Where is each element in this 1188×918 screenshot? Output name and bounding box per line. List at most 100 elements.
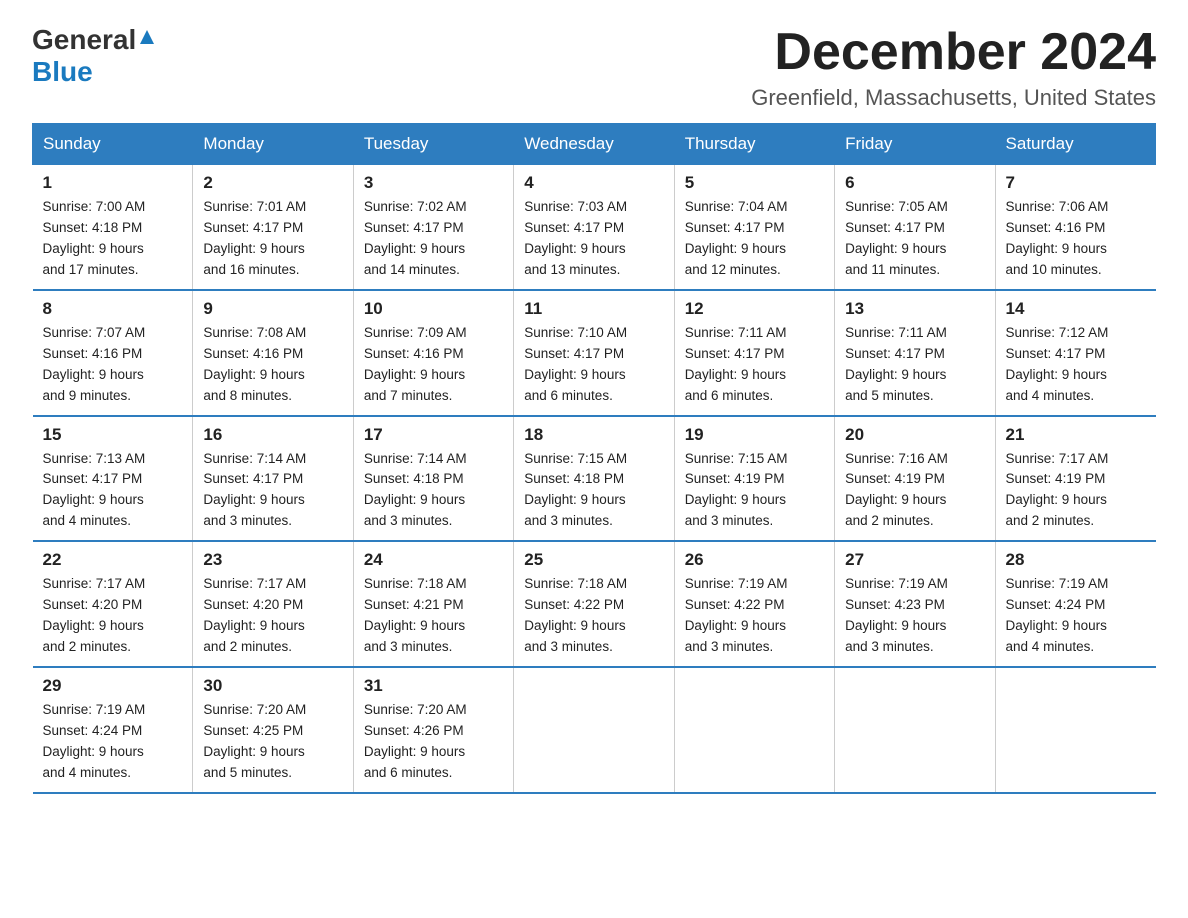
- day-info: Sunrise: 7:12 AM Sunset: 4:17 PM Dayligh…: [1006, 323, 1146, 407]
- day-info: Sunrise: 7:11 AM Sunset: 4:17 PM Dayligh…: [845, 323, 984, 407]
- day-number: 15: [43, 425, 183, 445]
- day-info: Sunrise: 7:18 AM Sunset: 4:22 PM Dayligh…: [524, 574, 663, 658]
- calendar-cell: 6 Sunrise: 7:05 AM Sunset: 4:17 PM Dayli…: [835, 165, 995, 290]
- calendar-day-header-friday: Friday: [835, 124, 995, 165]
- calendar-cell: 30 Sunrise: 7:20 AM Sunset: 4:25 PM Dayl…: [193, 667, 353, 793]
- day-info: Sunrise: 7:02 AM Sunset: 4:17 PM Dayligh…: [364, 197, 503, 281]
- day-info: Sunrise: 7:17 AM Sunset: 4:19 PM Dayligh…: [1006, 449, 1146, 533]
- day-number: 7: [1006, 173, 1146, 193]
- calendar-cell: [995, 667, 1155, 793]
- calendar-cell: 16 Sunrise: 7:14 AM Sunset: 4:17 PM Dayl…: [193, 416, 353, 542]
- day-number: 5: [685, 173, 824, 193]
- day-info: Sunrise: 7:13 AM Sunset: 4:17 PM Dayligh…: [43, 449, 183, 533]
- day-info: Sunrise: 7:09 AM Sunset: 4:16 PM Dayligh…: [364, 323, 503, 407]
- calendar-cell: 5 Sunrise: 7:04 AM Sunset: 4:17 PM Dayli…: [674, 165, 834, 290]
- day-number: 17: [364, 425, 503, 445]
- month-year-title: December 2024: [751, 24, 1156, 81]
- calendar-day-header-saturday: Saturday: [995, 124, 1155, 165]
- day-info: Sunrise: 7:17 AM Sunset: 4:20 PM Dayligh…: [43, 574, 183, 658]
- day-info: Sunrise: 7:14 AM Sunset: 4:18 PM Dayligh…: [364, 449, 503, 533]
- calendar-cell: [514, 667, 674, 793]
- calendar-cell: 3 Sunrise: 7:02 AM Sunset: 4:17 PM Dayli…: [353, 165, 513, 290]
- day-number: 25: [524, 550, 663, 570]
- day-number: 23: [203, 550, 342, 570]
- day-info: Sunrise: 7:10 AM Sunset: 4:17 PM Dayligh…: [524, 323, 663, 407]
- logo-general-text: General: [32, 24, 136, 56]
- calendar-cell: 4 Sunrise: 7:03 AM Sunset: 4:17 PM Dayli…: [514, 165, 674, 290]
- day-number: 2: [203, 173, 342, 193]
- calendar-day-header-sunday: Sunday: [33, 124, 193, 165]
- calendar-day-header-monday: Monday: [193, 124, 353, 165]
- day-number: 26: [685, 550, 824, 570]
- calendar-cell: [674, 667, 834, 793]
- calendar-cell: 8 Sunrise: 7:07 AM Sunset: 4:16 PM Dayli…: [33, 290, 193, 416]
- day-number: 16: [203, 425, 342, 445]
- calendar-cell: 21 Sunrise: 7:17 AM Sunset: 4:19 PM Dayl…: [995, 416, 1155, 542]
- day-number: 9: [203, 299, 342, 319]
- calendar-cell: 7 Sunrise: 7:06 AM Sunset: 4:16 PM Dayli…: [995, 165, 1155, 290]
- calendar-cell: 19 Sunrise: 7:15 AM Sunset: 4:19 PM Dayl…: [674, 416, 834, 542]
- day-info: Sunrise: 7:18 AM Sunset: 4:21 PM Dayligh…: [364, 574, 503, 658]
- day-number: 29: [43, 676, 183, 696]
- calendar-cell: 27 Sunrise: 7:19 AM Sunset: 4:23 PM Dayl…: [835, 541, 995, 667]
- day-number: 30: [203, 676, 342, 696]
- calendar-cell: 24 Sunrise: 7:18 AM Sunset: 4:21 PM Dayl…: [353, 541, 513, 667]
- logo-triangle-icon: [138, 28, 156, 51]
- location-subtitle: Greenfield, Massachusetts, United States: [751, 85, 1156, 111]
- day-info: Sunrise: 7:01 AM Sunset: 4:17 PM Dayligh…: [203, 197, 342, 281]
- calendar-table: SundayMondayTuesdayWednesdayThursdayFrid…: [32, 123, 1156, 793]
- title-block: December 2024 Greenfield, Massachusetts,…: [751, 24, 1156, 111]
- day-info: Sunrise: 7:15 AM Sunset: 4:19 PM Dayligh…: [685, 449, 824, 533]
- logo-blue-text: Blue: [32, 56, 93, 87]
- day-number: 12: [685, 299, 824, 319]
- day-info: Sunrise: 7:19 AM Sunset: 4:23 PM Dayligh…: [845, 574, 984, 658]
- calendar-week-row: 29 Sunrise: 7:19 AM Sunset: 4:24 PM Dayl…: [33, 667, 1156, 793]
- day-number: 3: [364, 173, 503, 193]
- day-number: 4: [524, 173, 663, 193]
- page-header: General Blue December 2024 Greenfield, M…: [32, 24, 1156, 111]
- day-info: Sunrise: 7:03 AM Sunset: 4:17 PM Dayligh…: [524, 197, 663, 281]
- day-number: 1: [43, 173, 183, 193]
- day-info: Sunrise: 7:07 AM Sunset: 4:16 PM Dayligh…: [43, 323, 183, 407]
- calendar-day-header-thursday: Thursday: [674, 124, 834, 165]
- day-number: 20: [845, 425, 984, 445]
- calendar-week-row: 15 Sunrise: 7:13 AM Sunset: 4:17 PM Dayl…: [33, 416, 1156, 542]
- day-number: 31: [364, 676, 503, 696]
- calendar-cell: 10 Sunrise: 7:09 AM Sunset: 4:16 PM Dayl…: [353, 290, 513, 416]
- calendar-cell: 18 Sunrise: 7:15 AM Sunset: 4:18 PM Dayl…: [514, 416, 674, 542]
- calendar-cell: 14 Sunrise: 7:12 AM Sunset: 4:17 PM Dayl…: [995, 290, 1155, 416]
- calendar-cell: 25 Sunrise: 7:18 AM Sunset: 4:22 PM Dayl…: [514, 541, 674, 667]
- calendar-cell: 2 Sunrise: 7:01 AM Sunset: 4:17 PM Dayli…: [193, 165, 353, 290]
- day-info: Sunrise: 7:11 AM Sunset: 4:17 PM Dayligh…: [685, 323, 824, 407]
- day-number: 10: [364, 299, 503, 319]
- calendar-cell: 1 Sunrise: 7:00 AM Sunset: 4:18 PM Dayli…: [33, 165, 193, 290]
- day-info: Sunrise: 7:06 AM Sunset: 4:16 PM Dayligh…: [1006, 197, 1146, 281]
- day-info: Sunrise: 7:20 AM Sunset: 4:25 PM Dayligh…: [203, 700, 342, 784]
- day-number: 6: [845, 173, 984, 193]
- day-number: 24: [364, 550, 503, 570]
- calendar-cell: 13 Sunrise: 7:11 AM Sunset: 4:17 PM Dayl…: [835, 290, 995, 416]
- calendar-cell: 26 Sunrise: 7:19 AM Sunset: 4:22 PM Dayl…: [674, 541, 834, 667]
- day-info: Sunrise: 7:00 AM Sunset: 4:18 PM Dayligh…: [43, 197, 183, 281]
- day-info: Sunrise: 7:19 AM Sunset: 4:24 PM Dayligh…: [1006, 574, 1146, 658]
- day-number: 11: [524, 299, 663, 319]
- calendar-cell: 11 Sunrise: 7:10 AM Sunset: 4:17 PM Dayl…: [514, 290, 674, 416]
- day-number: 28: [1006, 550, 1146, 570]
- calendar-week-row: 1 Sunrise: 7:00 AM Sunset: 4:18 PM Dayli…: [33, 165, 1156, 290]
- calendar-day-header-tuesday: Tuesday: [353, 124, 513, 165]
- day-number: 14: [1006, 299, 1146, 319]
- calendar-cell: 22 Sunrise: 7:17 AM Sunset: 4:20 PM Dayl…: [33, 541, 193, 667]
- calendar-cell: 15 Sunrise: 7:13 AM Sunset: 4:17 PM Dayl…: [33, 416, 193, 542]
- calendar-cell: 9 Sunrise: 7:08 AM Sunset: 4:16 PM Dayli…: [193, 290, 353, 416]
- calendar-cell: [835, 667, 995, 793]
- day-info: Sunrise: 7:05 AM Sunset: 4:17 PM Dayligh…: [845, 197, 984, 281]
- calendar-cell: 28 Sunrise: 7:19 AM Sunset: 4:24 PM Dayl…: [995, 541, 1155, 667]
- day-info: Sunrise: 7:08 AM Sunset: 4:16 PM Dayligh…: [203, 323, 342, 407]
- day-info: Sunrise: 7:20 AM Sunset: 4:26 PM Dayligh…: [364, 700, 503, 784]
- calendar-cell: 23 Sunrise: 7:17 AM Sunset: 4:20 PM Dayl…: [193, 541, 353, 667]
- calendar-cell: 29 Sunrise: 7:19 AM Sunset: 4:24 PM Dayl…: [33, 667, 193, 793]
- calendar-week-row: 8 Sunrise: 7:07 AM Sunset: 4:16 PM Dayli…: [33, 290, 1156, 416]
- day-number: 18: [524, 425, 663, 445]
- calendar-cell: 17 Sunrise: 7:14 AM Sunset: 4:18 PM Dayl…: [353, 416, 513, 542]
- calendar-day-header-wednesday: Wednesday: [514, 124, 674, 165]
